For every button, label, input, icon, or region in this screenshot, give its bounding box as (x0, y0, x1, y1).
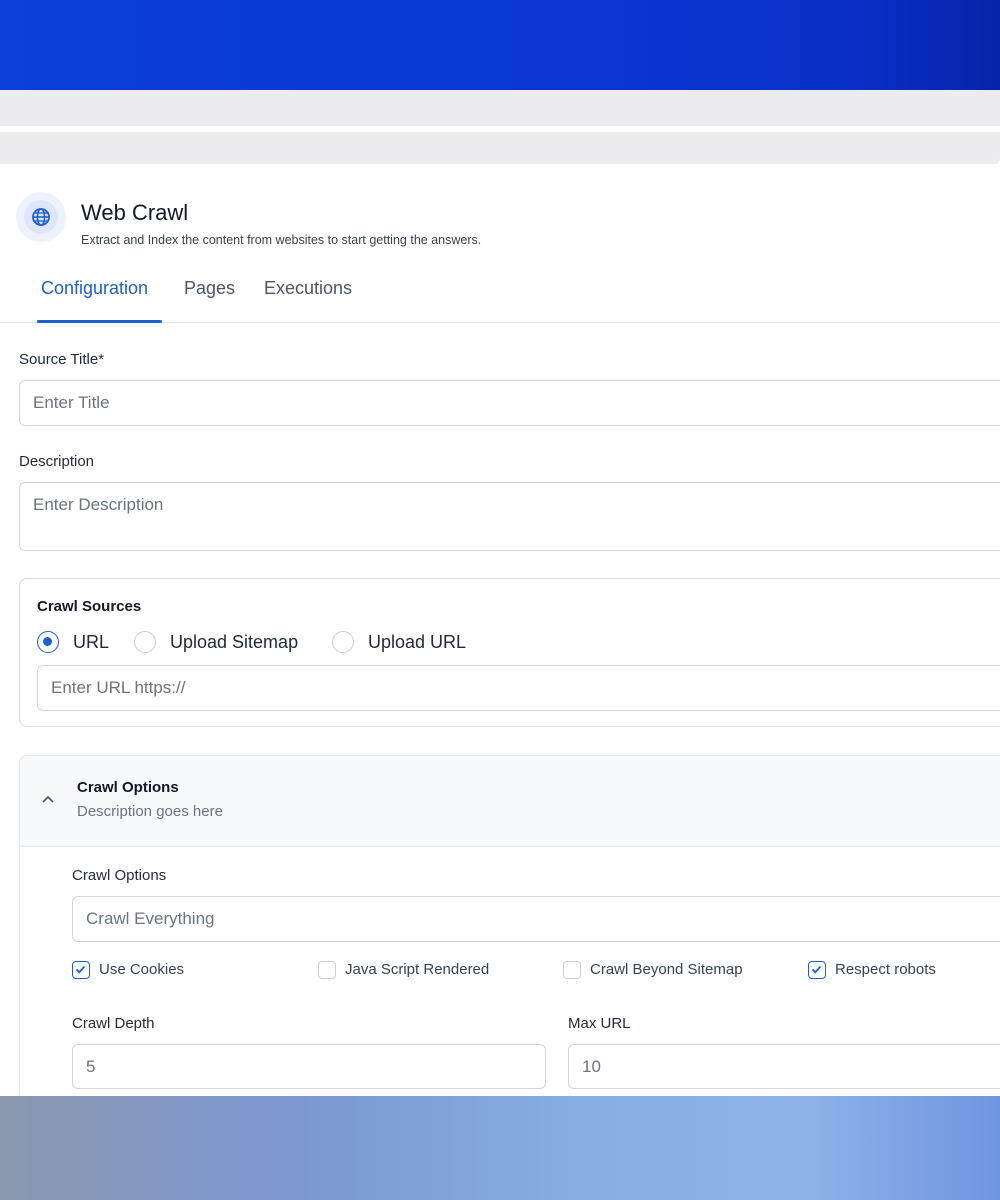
tab-bar: Configuration Pages Executions (0, 270, 1000, 323)
description-label: Description (19, 453, 95, 470)
radio-url-label[interactable]: URL (73, 632, 109, 653)
crawl-beyond-sitemap-label[interactable]: Crawl Beyond Sitemap (590, 961, 743, 978)
javascript-rendered-checkbox[interactable] (318, 961, 336, 979)
javascript-rendered-label[interactable]: Java Script Rendered (345, 961, 489, 978)
chevron-up-icon[interactable] (41, 794, 55, 804)
crawl-sources-heading: Crawl Sources (37, 598, 142, 615)
crawl-depth-input[interactable]: 5 (72, 1044, 546, 1089)
crawl-options-select[interactable]: Crawl Everything (72, 896, 1000, 942)
tab-configuration[interactable]: Configuration (41, 278, 148, 299)
radio-upload-url[interactable] (332, 631, 354, 653)
crawl-options-heading: Crawl Options (77, 779, 179, 796)
description-textarea[interactable]: Enter Description (19, 482, 1000, 551)
source-title-label: Source Title* (19, 351, 105, 368)
crawl-options-accordion: Crawl Options Description goes here Craw… (19, 755, 1000, 1096)
respect-robots-checkbox[interactable] (808, 961, 826, 979)
radio-upload-url-label[interactable]: Upload URL (368, 632, 466, 653)
radio-url[interactable] (37, 631, 59, 653)
top-toolbar (0, 90, 1000, 126)
active-tab-indicator (37, 320, 162, 323)
page-title: Web Crawl (81, 200, 189, 225)
radio-upload-sitemap[interactable] (134, 631, 156, 653)
crawl-options-select-label: Crawl Options (72, 867, 167, 884)
check-icon (75, 965, 86, 974)
crawl-options-description: Description goes here (77, 803, 223, 820)
web-crawl-panel: Web Crawl Extract and Index the content … (0, 164, 1000, 1096)
globe-icon (32, 208, 50, 226)
crawl-sources-section: Crawl Sources URL Upload Sitemap Upload … (19, 578, 1000, 727)
top-banner (0, 0, 1000, 90)
crawl-options-header[interactable]: Crawl Options Description goes here (20, 756, 1000, 847)
tab-pages[interactable]: Pages (184, 278, 235, 299)
bottom-banner (0, 1096, 1000, 1200)
use-cookies-label[interactable]: Use Cookies (99, 961, 184, 978)
max-url-input[interactable]: 10 (568, 1044, 1000, 1089)
crawl-beyond-sitemap-checkbox[interactable] (563, 961, 581, 979)
radio-upload-sitemap-label[interactable]: Upload Sitemap (170, 632, 298, 653)
page-subtitle: Extract and Index the content from websi… (81, 233, 482, 247)
url-input[interactable]: Enter URL https:// (37, 665, 1000, 711)
globe-icon-badge (16, 192, 66, 242)
check-icon (811, 965, 822, 974)
max-url-label: Max URL (568, 1015, 631, 1032)
respect-robots-label[interactable]: Respect robots (835, 961, 936, 978)
tab-executions[interactable]: Executions (264, 278, 352, 299)
secondary-toolbar (0, 132, 1000, 164)
crawl-depth-label: Crawl Depth (72, 1015, 155, 1032)
use-cookies-checkbox[interactable] (72, 961, 90, 979)
source-title-input[interactable]: Enter Title (19, 380, 1000, 426)
